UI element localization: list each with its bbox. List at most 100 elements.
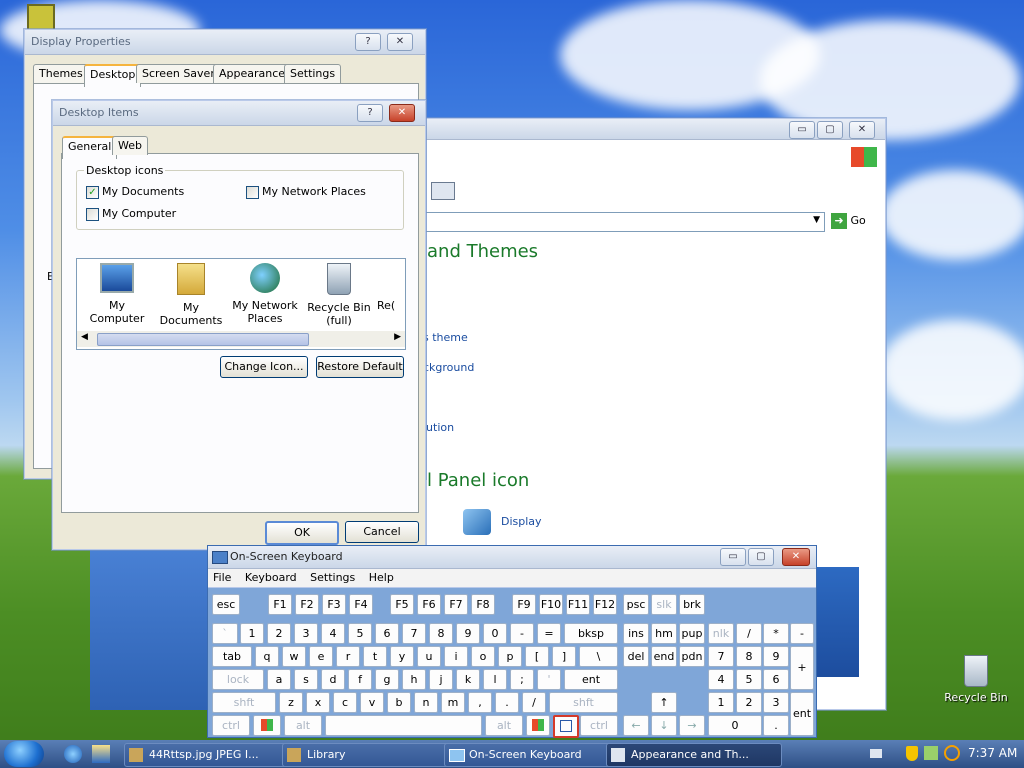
key-num-plus[interactable]: +	[790, 646, 814, 690]
key-arrow-down[interactable]: ↓	[651, 715, 677, 736]
key-lbracket[interactable]: [	[525, 646, 549, 667]
go-button[interactable]: ➜ Go	[831, 213, 875, 231]
key-8[interactable]: 8	[429, 623, 453, 644]
desktop-recycle-bin[interactable]: Recycle Bin	[940, 655, 1012, 704]
close-button[interactable]: ✕	[782, 548, 810, 566]
key-s[interactable]: s	[294, 669, 318, 690]
key-num-4[interactable]: 4	[708, 669, 734, 690]
menu-settings[interactable]: Settings	[305, 569, 360, 587]
key-f9[interactable]: F9	[512, 594, 536, 615]
key-comma[interactable]: ,	[468, 692, 492, 713]
tab-general[interactable]: General	[62, 136, 118, 159]
key-tab[interactable]: tab	[212, 646, 252, 667]
key-left-ctrl[interactable]: ctrl	[212, 715, 250, 736]
key-arrow-up[interactable]: ↑	[651, 692, 677, 713]
key-f5[interactable]: F5	[390, 594, 414, 615]
key-windows-right[interactable]	[526, 715, 550, 736]
key-arrow-right[interactable]: →	[679, 715, 705, 736]
key-caps-lock[interactable]: lock	[212, 669, 264, 690]
key-quote[interactable]: '	[537, 669, 561, 690]
key-del[interactable]: del	[623, 646, 649, 667]
maximize-button[interactable]: ▢	[817, 121, 843, 139]
key-f10[interactable]: F10	[539, 594, 563, 615]
key-a[interactable]: a	[267, 669, 291, 690]
checkbox-my-documents[interactable]: ✓	[86, 186, 99, 199]
icon-item-recycle-bin[interactable]: Recycle Bin (full)	[303, 263, 375, 327]
key-rbracket[interactable]: ]	[552, 646, 576, 667]
tab-themes[interactable]: Themes	[33, 64, 89, 83]
key-b[interactable]: b	[387, 692, 411, 713]
tab-desktop[interactable]: Desktop	[84, 64, 142, 87]
key-right-ctrl[interactable]: ctrl	[580, 715, 618, 736]
key-1[interactable]: 1	[240, 623, 264, 644]
key-f[interactable]: f	[348, 669, 372, 690]
key-n[interactable]: n	[414, 692, 438, 713]
security-shield-icon[interactable]	[906, 746, 918, 761]
icon-list[interactable]: My Computer My Documents My Network Plac…	[76, 258, 406, 350]
start-button[interactable]	[4, 741, 44, 767]
key-bksp[interactable]: bksp	[564, 623, 618, 644]
close-button[interactable]: ✕	[387, 33, 413, 51]
key-f2[interactable]: F2	[295, 594, 319, 615]
help-button[interactable]: ?	[355, 33, 381, 51]
key-5[interactable]: 5	[348, 623, 372, 644]
key-esc[interactable]: esc	[212, 594, 240, 615]
close-button[interactable]: ✕	[849, 121, 875, 139]
key-4[interactable]: 4	[321, 623, 345, 644]
menu-keyboard[interactable]: Keyboard	[240, 569, 302, 587]
minimize-button[interactable]: ▭	[720, 548, 746, 566]
key-f6[interactable]: F6	[417, 594, 441, 615]
minimize-button[interactable]: ▭	[789, 121, 815, 139]
key-left-alt[interactable]: alt	[284, 715, 322, 736]
ie-icon[interactable]	[64, 745, 82, 763]
key-num-6[interactable]: 6	[763, 669, 789, 690]
key-backtick[interactable]: `	[212, 623, 238, 644]
key-p[interactable]: p	[498, 646, 522, 667]
key-u[interactable]: u	[417, 646, 441, 667]
key-right-alt[interactable]: alt	[485, 715, 523, 736]
task-link-background[interactable]: ckground	[423, 361, 474, 374]
key-end[interactable]: end	[651, 646, 677, 667]
key-num-1[interactable]: 1	[708, 692, 734, 713]
keyboard-tray-icon[interactable]	[870, 749, 882, 758]
dropdown-arrow-icon[interactable]: ▼	[813, 215, 820, 225]
key-o[interactable]: o	[471, 646, 495, 667]
key-9[interactable]: 9	[456, 623, 480, 644]
key-m[interactable]: m	[441, 692, 465, 713]
key-f12[interactable]: F12	[593, 594, 617, 615]
taskbar-item-jpeg[interactable]: 44Rttsp.jpg JPEG I...	[124, 743, 298, 767]
key-num-5[interactable]: 5	[736, 669, 762, 690]
tab-web[interactable]: Web	[112, 136, 148, 155]
restore-default-button[interactable]: Restore Default	[316, 356, 404, 378]
key-k[interactable]: k	[456, 669, 480, 690]
key-num-3[interactable]: 3	[763, 692, 789, 713]
key-e[interactable]: e	[309, 646, 333, 667]
key-g[interactable]: g	[375, 669, 399, 690]
key-y[interactable]: y	[390, 646, 414, 667]
key-l[interactable]: l	[483, 669, 507, 690]
key-z[interactable]: z	[279, 692, 303, 713]
key-num-divide[interactable]: /	[736, 623, 762, 644]
key-i[interactable]: i	[444, 646, 468, 667]
key-f3[interactable]: F3	[322, 594, 346, 615]
tab-screen-saver[interactable]: Screen Saver	[136, 64, 221, 83]
key-period[interactable]: .	[495, 692, 519, 713]
help-button[interactable]: ?	[357, 104, 383, 122]
checkbox-my-network-places[interactable]	[246, 186, 259, 199]
key-backslash[interactable]: \	[579, 646, 618, 667]
key-num-0[interactable]: 0	[708, 715, 762, 736]
key-v[interactable]: v	[360, 692, 384, 713]
key-f8[interactable]: F8	[471, 594, 495, 615]
key-windows[interactable]	[253, 715, 281, 736]
scrollbar-thumb[interactable]	[97, 333, 309, 346]
key-3[interactable]: 3	[294, 623, 318, 644]
key-q[interactable]: q	[255, 646, 279, 667]
clock[interactable]: 7:37 AM	[968, 746, 1017, 760]
key-f11[interactable]: F11	[566, 594, 590, 615]
tab-settings[interactable]: Settings	[284, 64, 342, 83]
key-psc[interactable]: psc	[623, 594, 649, 615]
key-d[interactable]: d	[321, 669, 345, 690]
key-slash[interactable]: /	[522, 692, 546, 713]
search-tray-icon[interactable]	[944, 745, 960, 761]
task-link-resolution[interactable]: lution	[423, 421, 454, 434]
